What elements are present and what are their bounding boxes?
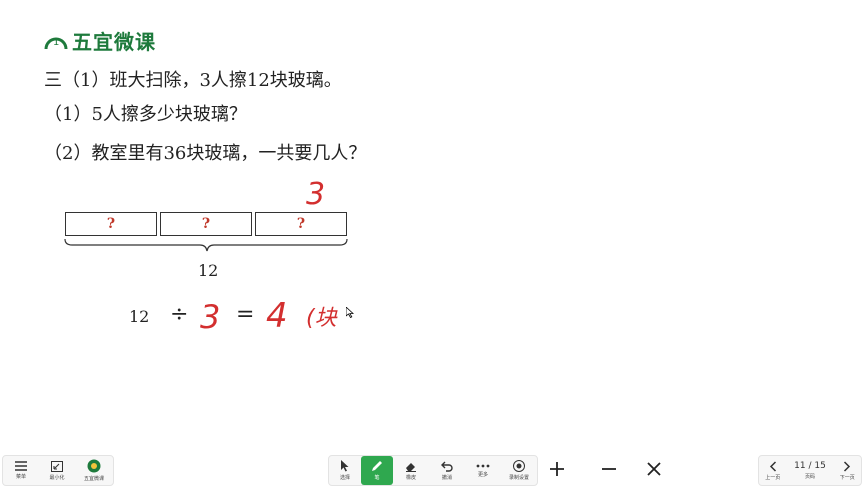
menu-icon	[15, 461, 27, 471]
minimize-label: 最小化	[49, 474, 65, 481]
app-label: 五宜微课	[83, 476, 104, 482]
equation-equals-sign: =	[236, 302, 255, 327]
record-label: 录制设置	[508, 475, 529, 481]
record-icon	[513, 460, 525, 472]
mouse-cursor-icon	[346, 307, 354, 318]
page-number-text: 11 / 15	[794, 461, 826, 471]
prev-page-button[interactable]: 上一页	[759, 456, 786, 485]
page-label: 页码	[805, 474, 816, 480]
minimize-button[interactable]: 最小化	[39, 456, 75, 485]
undo-button[interactable]: 撤消	[429, 456, 465, 485]
equation-divide-sign: ÷	[170, 302, 189, 327]
zoom-out-button[interactable]	[595, 455, 623, 483]
next-label: 下一页	[839, 474, 855, 481]
diagram-total: 12	[198, 261, 219, 280]
prev-label: 上一页	[765, 474, 781, 481]
record-settings-button[interactable]: 录制设置	[501, 456, 537, 485]
chevron-left-icon	[769, 460, 776, 472]
toolbar-left: 菜单 最小化 五宜微课	[2, 455, 114, 486]
more-label: 更多	[477, 472, 488, 478]
handwritten-count: 3	[306, 177, 326, 212]
pen-icon	[372, 461, 382, 471]
next-page-button[interactable]: 下一页	[834, 456, 861, 485]
close-icon	[647, 462, 661, 476]
diagram-brace	[64, 238, 348, 252]
select-tool-button[interactable]: 选择	[329, 456, 361, 485]
pager: 上一页 11 / 15 页码 下一页	[758, 455, 862, 486]
toolbar-center: 选择 笔 橡皮 撤消 更多 录制设置	[328, 455, 538, 486]
pointer-icon	[341, 460, 349, 472]
eraser-icon	[406, 462, 416, 472]
more-icon	[476, 464, 490, 468]
eraser-label: 橡皮	[405, 474, 416, 481]
pen-tool-button[interactable]: 笔	[361, 456, 393, 485]
page-indicator[interactable]: 11 / 15 页码	[786, 456, 833, 485]
eraser-tool-button[interactable]: 橡皮	[393, 456, 429, 485]
handwritten-unit-partial: (块	[306, 306, 337, 331]
app-button[interactable]: 五宜微课	[75, 456, 113, 485]
brace-and-ink-layer	[64, 238, 348, 252]
handwritten-result: 4	[266, 296, 288, 336]
slide-canvas[interactable]: 1 五宜微课 三（1）班大扫除，3人擦12块玻璃。 （1）5人擦多少块玻璃？ （…	[0, 0, 864, 455]
chevron-right-icon	[844, 460, 851, 472]
equation-dividend: 12	[129, 307, 150, 326]
more-button[interactable]: 更多	[465, 456, 501, 485]
close-button[interactable]	[640, 455, 668, 483]
undo-label: 撤消	[441, 474, 452, 481]
add-page-button[interactable]	[543, 455, 571, 483]
pen-label: 笔	[374, 475, 380, 481]
undo-icon	[441, 461, 453, 472]
handwritten-divisor: 3	[200, 298, 221, 336]
menu-button[interactable]: 菜单	[3, 456, 39, 485]
minus-icon	[602, 468, 616, 470]
app-logo-icon	[87, 459, 101, 473]
select-label: 选择	[339, 475, 350, 481]
minimize-icon	[51, 460, 63, 472]
menu-label: 菜单	[15, 474, 26, 480]
plus-icon	[550, 462, 564, 476]
